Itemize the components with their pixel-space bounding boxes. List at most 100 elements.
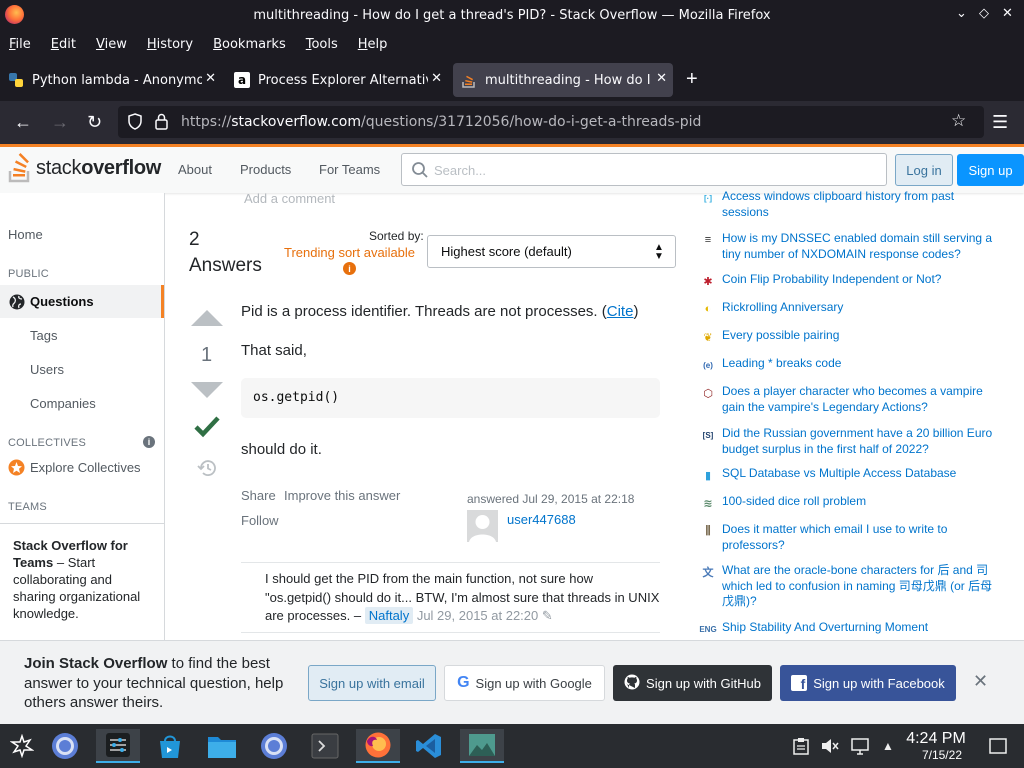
lock-icon[interactable] xyxy=(155,113,168,133)
hot-question-item[interactable]: ✱ Coin Flip Probability Independent or No… xyxy=(700,272,1000,289)
store-icon[interactable] xyxy=(152,729,188,763)
chrome-icon[interactable] xyxy=(47,729,83,763)
menu-history[interactable]: History xyxy=(147,37,193,52)
menu-edit[interactable]: Edit xyxy=(51,37,76,52)
menu-bookmarks[interactable]: Bookmarks xyxy=(213,37,286,52)
sidebar-item-questions[interactable]: Questions xyxy=(0,285,164,318)
hot-question-item[interactable]: ≡ How is my DNSSEC enabled domain still s… xyxy=(700,231,1000,262)
close-tab-icon[interactable]: ✕ xyxy=(431,71,442,86)
tab-multithreading[interactable]: multithreading - How do I ✕ xyxy=(453,63,673,97)
follow-link[interactable]: Follow xyxy=(241,513,279,528)
hot-question-item[interactable]: ⫼ Does it matter which email I use to wri… xyxy=(700,522,1000,553)
hot-question-item[interactable]: 文 What are the oracle-bone characters for… xyxy=(700,563,1000,610)
terminal-settings-icon[interactable] xyxy=(96,729,140,763)
hot-question-link[interactable]: Leading * breaks code xyxy=(722,356,841,373)
hot-question-link[interactable]: Ship Stability And Overturning Moment xyxy=(722,620,928,637)
comment-user-link[interactable]: Naftaly xyxy=(364,607,414,624)
select-arrows-icon: ▲ ▼ xyxy=(654,242,664,262)
hot-question-item[interactable]: ENG Ship Stability And Overturning Moment xyxy=(699,620,1000,637)
signup-button[interactable]: Sign up xyxy=(957,154,1024,186)
hot-question-item[interactable]: ≋ 100-sided dice roll problem xyxy=(700,494,1000,511)
hot-question-link[interactable]: What are the oracle-bone characters for … xyxy=(722,563,1000,610)
hot-question-item[interactable]: [S] Did the Russian government have a 20 … xyxy=(700,426,1000,457)
tab-process-explorer[interactable]: a Process Explorer Alternative ✕ xyxy=(226,63,448,97)
trending-sort-link[interactable]: Trending sort available xyxy=(284,245,415,260)
hot-question-item[interactable]: ⬡ Does a player character who becomes a v… xyxy=(700,384,1000,415)
app-launcher-icon[interactable] xyxy=(4,729,40,763)
menu-help[interactable]: Help xyxy=(358,37,388,52)
hot-question-item[interactable]: (e) Leading * breaks code xyxy=(700,356,1000,373)
hamburger-menu-icon[interactable]: ☰ xyxy=(992,112,1008,132)
history-icon[interactable] xyxy=(197,459,217,480)
nav-about[interactable]: About xyxy=(178,162,212,177)
so-logo[interactable]: stack overflow xyxy=(8,153,161,183)
menu-tools[interactable]: Tools xyxy=(306,37,338,52)
tab-bar: Python lambda - Anonymous ✕ a Process Ex… xyxy=(0,59,1024,101)
hot-question-link[interactable]: SQL Database vs Multiple Access Database xyxy=(722,466,956,483)
close-tab-icon[interactable]: ✕ xyxy=(205,71,216,86)
show-desktop-icon[interactable] xyxy=(980,729,1016,763)
hot-question-link[interactable]: Access windows clipboard history from pa… xyxy=(722,189,1000,220)
clock[interactable]: 4:24 PM 7/15/22 xyxy=(900,730,972,762)
tab-python-lambda[interactable]: Python lambda - Anonymous ✕ xyxy=(0,63,222,97)
signup-facebook-button[interactable]: f Sign up with Facebook xyxy=(780,665,956,701)
nav-for-teams[interactable]: For Teams xyxy=(319,162,380,177)
close-window-icon[interactable]: ✕ xyxy=(1002,6,1013,21)
hot-question-link[interactable]: How is my DNSSEC enabled domain still se… xyxy=(722,231,1000,262)
shield-icon[interactable] xyxy=(127,113,143,133)
cite-link[interactable]: Cite xyxy=(607,303,634,320)
back-icon[interactable]: ← xyxy=(14,112,32,132)
signup-github-button[interactable]: Sign up with GitHub xyxy=(613,665,772,701)
new-tab-icon[interactable]: + xyxy=(686,68,698,91)
sort-select[interactable]: Highest score (default) ▲ ▼ xyxy=(427,235,676,268)
reload-icon[interactable]: ↻ xyxy=(87,112,102,132)
divider xyxy=(241,562,660,563)
share-link[interactable]: Share xyxy=(241,488,276,503)
improve-answer-link[interactable]: Improve this answer xyxy=(284,488,400,503)
folder-icon[interactable] xyxy=(204,729,240,763)
hot-question-link[interactable]: Coin Flip Probability Independent or Not… xyxy=(722,272,941,289)
nav-products[interactable]: Products xyxy=(240,162,291,177)
hot-question-item[interactable]: ❦ Every possible pairing xyxy=(700,328,1000,345)
sidebar-item-explore-collectives[interactable]: Explore Collectives xyxy=(30,460,141,475)
close-tab-icon[interactable]: ✕ xyxy=(656,71,667,86)
add-comment-link[interactable]: Add a comment xyxy=(244,193,335,206)
hot-question-item[interactable]: [·] Access windows clipboard history from… xyxy=(700,189,1000,220)
hot-question-item[interactable]: ▮ SQL Database vs Multiple Access Databas… xyxy=(700,466,1000,483)
info-icon[interactable]: i xyxy=(143,436,155,448)
search-input[interactable]: Search... xyxy=(401,153,887,186)
minimize-icon[interactable]: ⌄ xyxy=(956,6,967,21)
hot-question-link[interactable]: Did the Russian government have a 20 bil… xyxy=(722,426,1000,457)
sidebar-item-tags[interactable]: Tags xyxy=(30,328,57,343)
maximize-icon[interactable]: ◇ xyxy=(979,6,989,21)
hot-question-link[interactable]: 100-sided dice roll problem xyxy=(722,494,866,511)
url-bar[interactable]: https://stackoverflow.com/questions/3171… xyxy=(118,106,984,138)
vscode-icon[interactable] xyxy=(411,729,447,763)
menu-file[interactable]: File xyxy=(9,37,31,52)
menu-view[interactable]: View xyxy=(96,37,127,52)
hot-question-link[interactable]: Rickrolling Anniversary xyxy=(722,300,843,317)
sidebar-item-home[interactable]: Home xyxy=(8,227,43,242)
hot-question-link[interactable]: Does a player character who becomes a va… xyxy=(722,384,1000,415)
close-banner-icon[interactable]: ✕ xyxy=(973,671,988,692)
facebook-icon: f xyxy=(791,675,808,691)
sidebar-item-users[interactable]: Users xyxy=(30,362,64,377)
avatar[interactable] xyxy=(467,510,498,542)
bookmark-star-icon[interactable]: ☆ xyxy=(951,111,966,131)
answer-user-link[interactable]: user447688 xyxy=(507,512,576,527)
image-viewer-icon[interactable] xyxy=(460,729,504,763)
hot-question-item[interactable]: ◐ Rickrolling Anniversary xyxy=(700,300,1000,317)
chrome-icon[interactable] xyxy=(256,729,292,763)
hot-question-link[interactable]: Every possible pairing xyxy=(722,328,839,345)
sidebar-item-companies[interactable]: Companies xyxy=(30,396,96,411)
terminal-icon[interactable] xyxy=(307,729,343,763)
firefox-icon[interactable] xyxy=(356,729,400,763)
info-icon[interactable]: i xyxy=(343,262,356,275)
forward-icon[interactable]: → xyxy=(51,112,69,132)
signup-google-button[interactable]: G Sign up with Google xyxy=(444,665,605,701)
hot-question-link[interactable]: Does it matter which email I use to writ… xyxy=(722,522,1000,553)
signup-email-button[interactable]: Sign up with email xyxy=(308,665,436,701)
login-button[interactable]: Log in xyxy=(895,154,953,186)
downvote-icon[interactable] xyxy=(191,382,223,401)
upvote-icon[interactable] xyxy=(191,310,223,329)
